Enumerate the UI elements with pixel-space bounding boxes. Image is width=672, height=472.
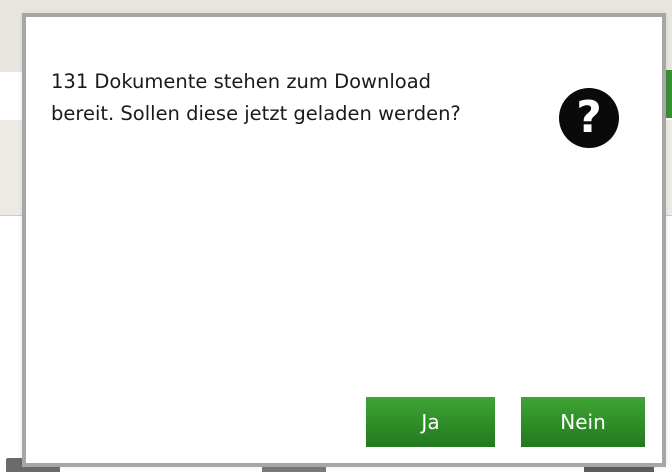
question-icon: ? bbox=[559, 88, 619, 148]
app-green-accent bbox=[665, 70, 672, 118]
download-confirm-dialog: 131 Dokumente stehen zum Download bereit… bbox=[22, 13, 666, 467]
yes-button[interactable]: Ja bbox=[366, 397, 495, 447]
dialog-message: 131 Dokumente stehen zum Download bereit… bbox=[51, 70, 461, 125]
no-button[interactable]: Nein bbox=[521, 397, 645, 447]
